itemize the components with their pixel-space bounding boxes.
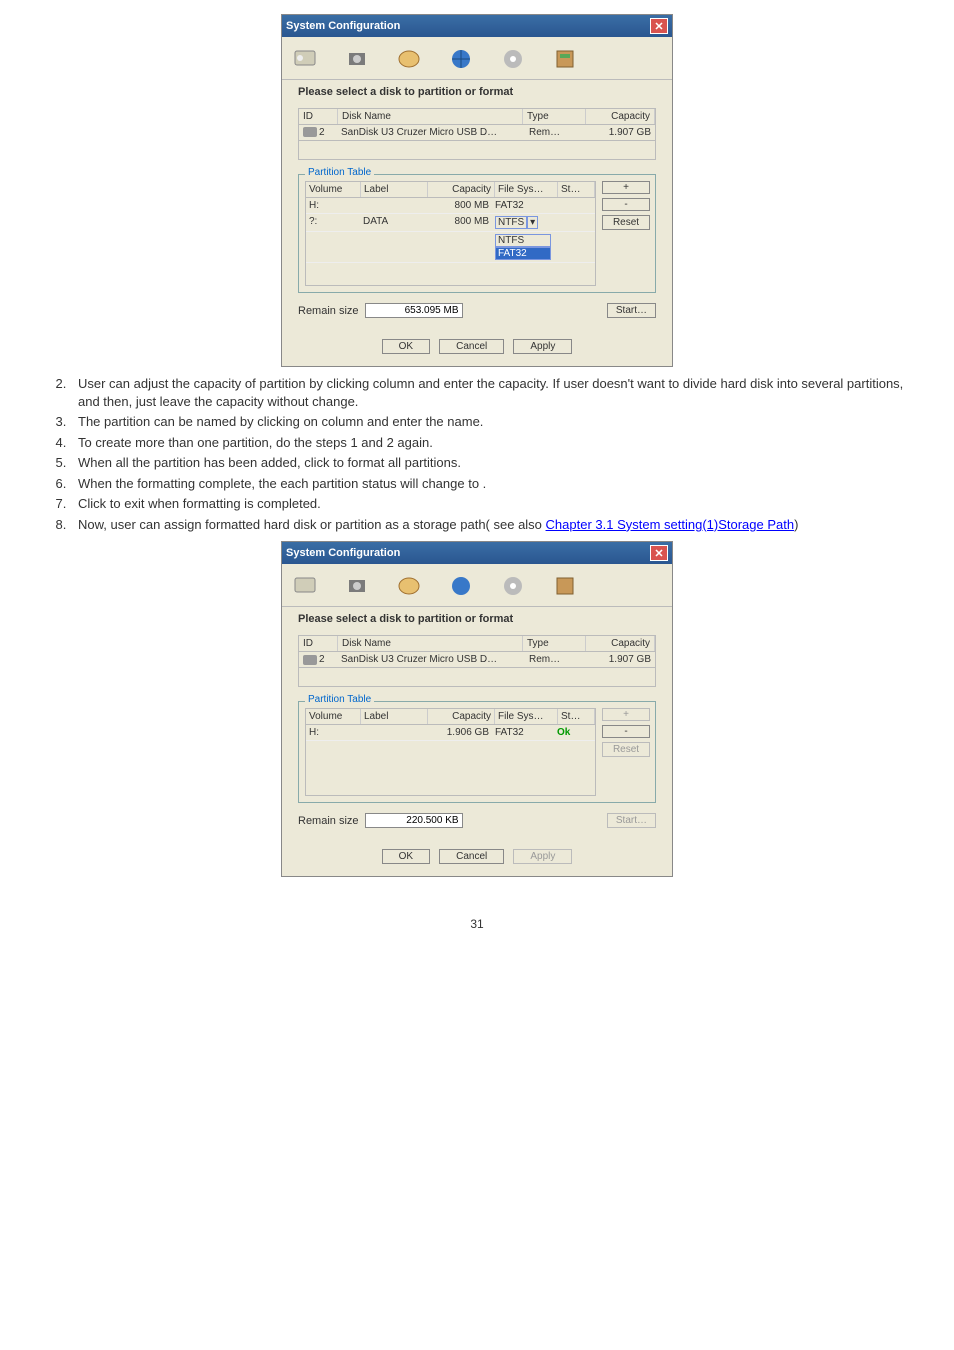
tab-storage-icon[interactable] xyxy=(548,570,582,600)
tab-general-icon[interactable] xyxy=(288,570,322,600)
cancel-button[interactable]: Cancel xyxy=(439,339,504,354)
remove-partition-button[interactable]: - xyxy=(602,198,650,211)
col-volume[interactable]: Volume xyxy=(306,182,361,197)
disk-list: ID Disk Name Type Capacity 2 SanDisk U3 … xyxy=(298,108,656,160)
dialog-title: System Configuration xyxy=(286,20,650,32)
partition-table-fieldset: Partition Table Volume Label Capacity Fi… xyxy=(298,174,656,293)
filesys-dropdown[interactable]: NTFS xyxy=(495,216,527,229)
ok-button[interactable]: OK xyxy=(382,339,430,354)
start-button[interactable]: Start… xyxy=(607,303,656,318)
apply-button: Apply xyxy=(513,849,572,864)
partition-table-legend: Partition Table xyxy=(305,694,374,705)
col-label[interactable]: Label xyxy=(361,709,428,724)
add-partition-button[interactable]: + xyxy=(602,181,650,194)
tab-schedule-icon[interactable] xyxy=(392,43,426,73)
sysconfig-dialog-A: System Configuration ✕ Please select a d… xyxy=(281,14,673,367)
tab-storage-icon[interactable] xyxy=(548,43,582,73)
add-partition-button: + xyxy=(602,708,650,721)
col-type[interactable]: Type xyxy=(523,109,586,124)
remain-label: Remain size xyxy=(298,305,359,317)
list-item: Now, user can assign formatted hard disk… xyxy=(70,516,924,534)
disk-list: ID Disk Name Type Capacity 2 SanDisk U3 … xyxy=(298,635,656,687)
col-id[interactable]: ID xyxy=(299,109,338,124)
list-item: When the formatting complete, the each p… xyxy=(70,475,924,493)
titlebar[interactable]: System Configuration ✕ xyxy=(282,542,672,564)
toolbar xyxy=(282,37,672,80)
page-number: 31 xyxy=(30,917,924,931)
tab-camera-icon[interactable] xyxy=(340,570,374,600)
col-capacity[interactable]: Capacity xyxy=(586,109,655,124)
partition-table-legend: Partition Table xyxy=(305,167,374,178)
remove-partition-button[interactable]: - xyxy=(602,725,650,738)
list-item: Click to exit when formatting is complet… xyxy=(70,495,924,513)
col-diskname[interactable]: Disk Name xyxy=(338,636,523,651)
disk-icon xyxy=(303,127,317,137)
col-volume[interactable]: Volume xyxy=(306,709,361,724)
remain-label: Remain size xyxy=(298,815,359,827)
chapter-link[interactable]: Chapter 3.1 System setting(1)Storage Pat… xyxy=(546,517,795,532)
col-status[interactable]: St… xyxy=(558,182,595,197)
sysconfig-dialog-B: System Configuration ✕ Please select a d… xyxy=(281,541,673,877)
instruction: Please select a disk to partition or for… xyxy=(282,80,672,108)
col-capacity[interactable]: Capacity xyxy=(586,636,655,651)
fs-option[interactable]: FAT32 xyxy=(495,247,551,260)
partition-row[interactable]: H: 1.906 GB FAT32 Ok xyxy=(306,725,595,741)
close-icon[interactable]: ✕ xyxy=(650,18,668,34)
col-capacity[interactable]: Capacity xyxy=(428,709,495,724)
tab-camera-icon[interactable] xyxy=(340,43,374,73)
disk-row[interactable]: 2 SanDisk U3 Cruzer Micro USB D… Rem… 1.… xyxy=(298,652,656,668)
status-ok: Ok xyxy=(554,725,590,740)
ok-button[interactable]: OK xyxy=(382,849,430,864)
dialog-title: System Configuration xyxy=(286,547,650,559)
tab-backup-icon[interactable] xyxy=(496,43,530,73)
disk-icon xyxy=(303,655,317,665)
col-capacity[interactable]: Capacity xyxy=(428,182,495,197)
col-label[interactable]: Label xyxy=(361,182,428,197)
remain-size-field xyxy=(365,813,463,828)
tab-network-icon[interactable] xyxy=(444,43,478,73)
list-item: The partition can be named by clicking o… xyxy=(70,413,924,431)
partition-table-fieldset: Partition Table Volume Label Capacity Fi… xyxy=(298,701,656,803)
col-type[interactable]: Type xyxy=(523,636,586,651)
disk-row[interactable]: 2 SanDisk U3 Cruzer Micro USB D… Rem… 1.… xyxy=(298,125,656,141)
list-item: When all the partition has been added, c… xyxy=(70,454,924,472)
col-id[interactable]: ID xyxy=(299,636,338,651)
col-filesys[interactable]: File Sys… xyxy=(495,709,558,724)
remain-size-field xyxy=(365,303,463,318)
list-item: To create more than one partition, do th… xyxy=(70,434,924,452)
partition-row[interactable]: ?: DATA 800 MB NTFS▾ xyxy=(306,214,595,232)
apply-button[interactable]: Apply xyxy=(513,339,572,354)
tab-backup-icon[interactable] xyxy=(496,570,530,600)
chevron-down-icon[interactable]: ▾ xyxy=(527,216,538,229)
cancel-button[interactable]: Cancel xyxy=(439,849,504,864)
col-status[interactable]: St… xyxy=(558,709,595,724)
tab-schedule-icon[interactable] xyxy=(392,570,426,600)
tab-network-icon[interactable] xyxy=(444,570,478,600)
reset-button[interactable]: Reset xyxy=(602,215,650,230)
toolbar xyxy=(282,564,672,607)
instruction: Please select a disk to partition or for… xyxy=(282,607,672,635)
list-item: User can adjust the capacity of partitio… xyxy=(70,375,924,410)
close-icon[interactable]: ✕ xyxy=(650,545,668,561)
start-button: Start… xyxy=(607,813,656,828)
partition-row[interactable]: H: 800 MB FAT32 xyxy=(306,198,595,214)
col-diskname[interactable]: Disk Name xyxy=(338,109,523,124)
instruction-list: User can adjust the capacity of partitio… xyxy=(30,375,924,533)
titlebar[interactable]: System Configuration ✕ xyxy=(282,15,672,37)
tab-general-icon[interactable] xyxy=(288,43,322,73)
col-filesys[interactable]: File Sys… xyxy=(495,182,558,197)
reset-button: Reset xyxy=(602,742,650,757)
fs-option[interactable]: NTFS xyxy=(495,234,551,247)
